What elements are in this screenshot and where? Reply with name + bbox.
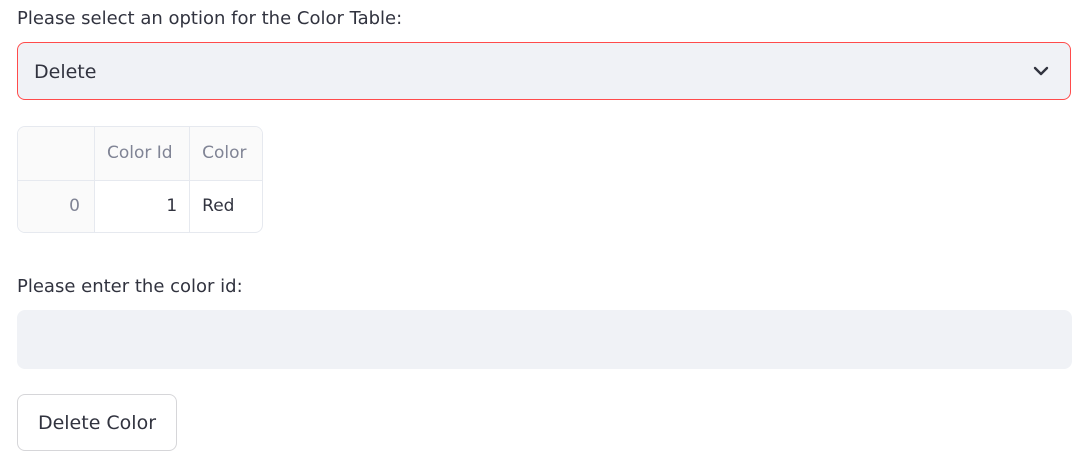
column-header-color-id[interactable]: Color Id bbox=[94, 127, 191, 181]
color-table: Color Id Color 0 1 Red bbox=[17, 126, 263, 233]
action-select[interactable]: Delete bbox=[17, 42, 1071, 100]
table-header-row: Color Id Color bbox=[18, 127, 262, 181]
chevron-down-icon bbox=[1033, 66, 1049, 76]
color-cell: Red bbox=[202, 196, 235, 217]
column-header-color[interactable]: Color bbox=[189, 127, 262, 181]
select-label: Please select an option for the Color Ta… bbox=[17, 8, 403, 29]
table-row: 0 1 Red bbox=[18, 180, 262, 232]
color-id-input[interactable] bbox=[17, 310, 1072, 369]
row-index-cell: 0 bbox=[18, 180, 95, 232]
delete-color-button[interactable]: Delete Color bbox=[17, 394, 177, 451]
color-id-label: Please enter the color id: bbox=[17, 276, 243, 297]
color-id-cell: 1 bbox=[94, 180, 191, 232]
index-header[interactable] bbox=[18, 127, 95, 181]
select-value: Delete bbox=[34, 61, 97, 83]
